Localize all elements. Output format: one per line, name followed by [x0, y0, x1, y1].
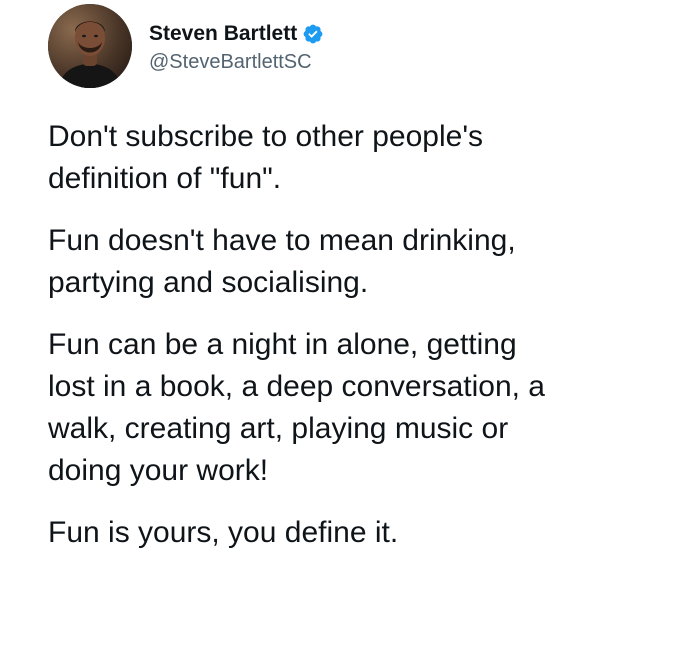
author-identity: Steven Bartlett @SteveBartlettSC	[149, 19, 324, 74]
name-row: Steven Bartlett	[149, 19, 324, 49]
avatar[interactable]	[48, 4, 132, 88]
avatar-image	[48, 4, 132, 88]
tweet-header: Steven Bartlett @SteveBartlettSC	[48, 4, 324, 88]
tweet-paragraph-4: Fun is yours, you define it.	[48, 516, 399, 549]
tweet-card: Steven Bartlett @SteveBartlettSC Don't s…	[0, 0, 700, 649]
author-handle[interactable]: @SteveBartlettSC	[149, 51, 324, 74]
tweet-paragraph-3: Fun can be a night in alone, getting los…	[48, 328, 545, 487]
tweet-text: Don't subscribe to other people's defini…	[48, 116, 688, 574]
tweet-paragraph-2: Fun doesn't have to mean drinking, party…	[48, 224, 516, 299]
tweet-paragraph-1: Don't subscribe to other people's defini…	[48, 120, 484, 195]
display-name[interactable]: Steven Bartlett	[149, 22, 297, 46]
verified-badge-icon	[302, 23, 324, 45]
